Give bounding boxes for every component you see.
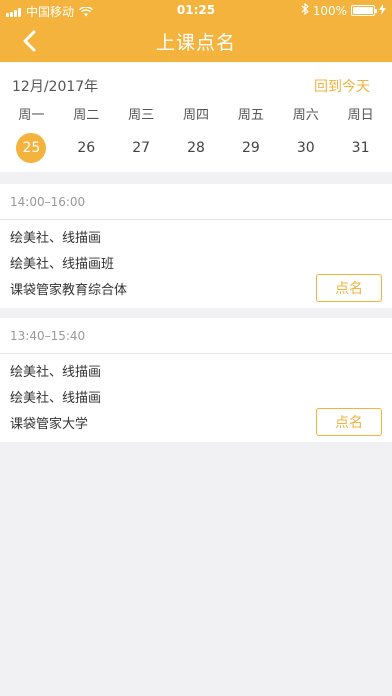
day-cell[interactable]: 30 bbox=[278, 128, 333, 168]
weekday-label: 周三 bbox=[128, 108, 155, 123]
weekday-label: 周一 bbox=[18, 108, 45, 123]
weekday-label: 周四 bbox=[183, 108, 210, 123]
nav-bar: 上课点名 bbox=[0, 20, 392, 62]
day-number: 31 bbox=[351, 140, 370, 156]
session-body: 绘美社、线描画 绘美社、线描画 课袋管家大学 点名 bbox=[0, 354, 392, 442]
bluetooth-icon bbox=[301, 2, 309, 18]
status-bar: 中国移动 01:25 100% bbox=[0, 0, 392, 20]
day-number: 28 bbox=[187, 140, 205, 156]
app-root: 中国移动 01:25 100% 上课点名 12月/2017年 回到今天 周一 周… bbox=[0, 0, 392, 696]
session-time: 14:00–16:00 bbox=[0, 184, 392, 220]
charging-icon bbox=[379, 3, 386, 18]
weekday-label: 周五 bbox=[237, 108, 264, 123]
day-cell[interactable]: 29 bbox=[223, 128, 278, 168]
session-class-name: 绘美社、线描画 bbox=[10, 365, 102, 380]
day-cell[interactable]: 31 bbox=[333, 128, 388, 168]
status-right: 100% bbox=[301, 2, 386, 18]
session-card: 13:40–15:40 绘美社、线描画 绘美社、线描画 课袋管家大学 点名 bbox=[0, 318, 392, 442]
month-label: 12月/2017年 bbox=[12, 79, 99, 95]
rollcall-button[interactable]: 点名 bbox=[316, 274, 382, 302]
back-to-today-button[interactable]: 回到今天 bbox=[314, 76, 370, 96]
day-number: 29 bbox=[241, 140, 260, 156]
day-number: 30 bbox=[296, 140, 315, 156]
header: 中国移动 01:25 100% 上课点名 bbox=[0, 0, 392, 62]
day-row: 25 26 27 28 29 30 31 bbox=[0, 128, 392, 168]
session-body: 绘美社、线描画 绘美社、线描画班 课袋管家教育综合体 点名 bbox=[0, 220, 392, 308]
day-cell[interactable]: 25 bbox=[4, 128, 59, 168]
page-title: 上课点名 bbox=[155, 32, 236, 54]
weekday-row: 周一 周二 周三 周四 周五 周六 周日 bbox=[0, 104, 392, 128]
day-number: 26 bbox=[77, 140, 96, 156]
weekday-label: 周六 bbox=[292, 108, 319, 123]
day-cell[interactable]: 28 bbox=[169, 128, 224, 168]
day-cell[interactable]: 26 bbox=[59, 128, 114, 168]
weekday-label: 周二 bbox=[73, 108, 100, 123]
battery-percent: 100% bbox=[312, 3, 347, 18]
rollcall-button[interactable]: 点名 bbox=[316, 408, 382, 436]
week-calendar: 12月/2017年 回到今天 周一 周二 周三 周四 周五 周六 周日 25 2… bbox=[0, 62, 392, 172]
day-number: 25 bbox=[16, 133, 47, 163]
day-cell[interactable]: 27 bbox=[114, 128, 169, 168]
calendar-header: 12月/2017年 回到今天 bbox=[0, 62, 392, 104]
weekday-label: 周日 bbox=[347, 108, 374, 123]
day-number: 27 bbox=[132, 140, 151, 156]
battery-fill bbox=[353, 7, 373, 14]
session-time: 13:40–15:40 bbox=[0, 318, 392, 354]
battery-icon bbox=[351, 5, 377, 16]
session-class-name: 绘美社、线描画 bbox=[10, 231, 102, 246]
session-card: 14:00–16:00 绘美社、线描画 绘美社、线描画班 课袋管家教育综合体 点… bbox=[0, 184, 392, 308]
